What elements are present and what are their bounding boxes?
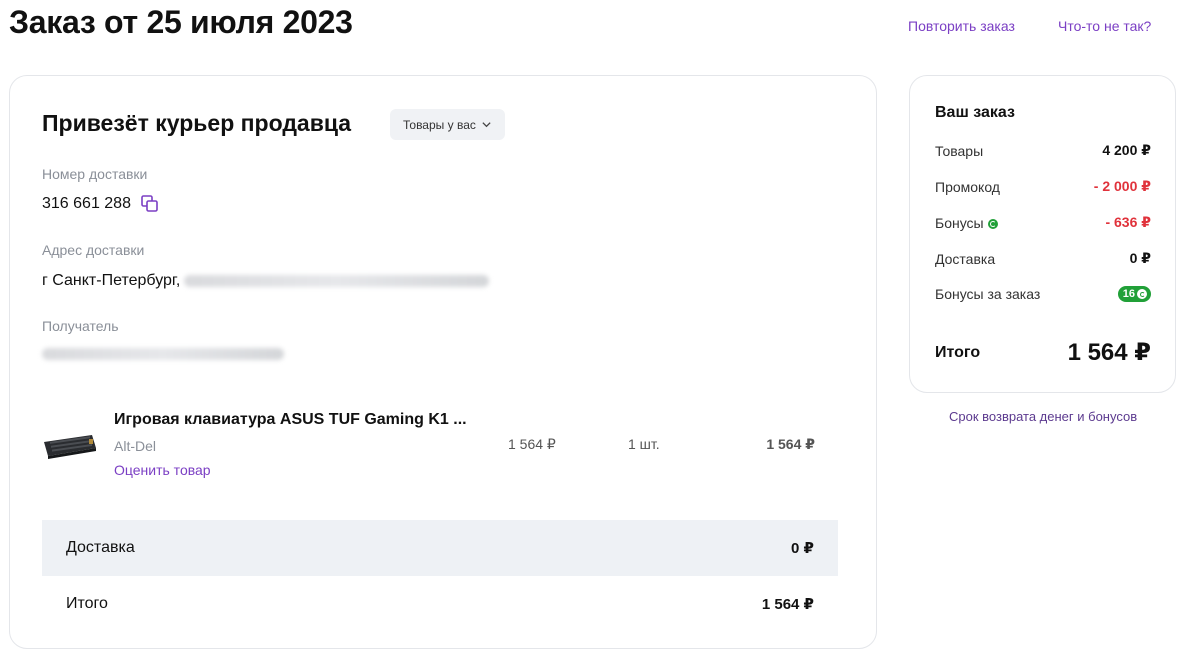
delivery-address-value: г Санкт-Петербург, bbox=[42, 272, 181, 289]
bonus-icon bbox=[987, 218, 998, 229]
promo-value: - 2 000 ₽ bbox=[1093, 178, 1151, 194]
delivery-card: Привезёт курьер продавца Товары у вас Но… bbox=[9, 75, 877, 649]
side-total-line: Итого 1 564 ₽ bbox=[935, 338, 1151, 367]
recipient-label: Получатель bbox=[42, 318, 119, 334]
goods-label: Товары bbox=[935, 142, 984, 159]
summary-total-row: Итого 1 564 ₽ bbox=[42, 576, 838, 632]
summary-total-value: 1 564 ₽ bbox=[761, 596, 814, 613]
summary-delivery-row: Доставка 0 ₽ bbox=[42, 520, 838, 576]
product-name[interactable]: Игровая клавиатура ASUS TUF Gaming K1 ..… bbox=[114, 411, 467, 429]
side-delivery-value: 0 ₽ bbox=[1129, 250, 1151, 266]
bonus-earned-badge: 16 bbox=[1117, 286, 1151, 302]
goods-toggle-button[interactable]: Товары у вас bbox=[390, 109, 505, 140]
product-total: 1 564 ₽ bbox=[766, 436, 815, 452]
bonus-earned-value: 16 bbox=[1122, 288, 1135, 300]
delivery-number: 316 661 288 bbox=[42, 194, 160, 214]
summary-total-label: Итого bbox=[66, 595, 108, 612]
repeat-order-link[interactable]: Повторить заказ bbox=[908, 18, 1015, 34]
refund-terms-link[interactable]: Срок возврата денег и бонусов bbox=[949, 409, 1137, 424]
bonus-value: - 636 ₽ bbox=[1105, 214, 1151, 230]
recipient-value bbox=[42, 348, 284, 360]
summary-delivery-value: 0 ₽ bbox=[791, 540, 814, 557]
side-delivery-line: Доставка 0 ₽ bbox=[935, 250, 1151, 267]
bonus-label-wrap: Бонусы bbox=[935, 215, 998, 231]
goods-toggle-label: Товары у вас bbox=[403, 117, 476, 132]
delivery-address-label: Адрес доставки bbox=[42, 242, 145, 258]
copy-icon[interactable] bbox=[140, 194, 160, 214]
delivery-number-value: 316 661 288 bbox=[42, 195, 131, 212]
product-row: Игровая клавиатура ASUS TUF Gaming K1 ..… bbox=[42, 404, 832, 484]
bonus-label: Бонусы bbox=[935, 214, 984, 231]
delivery-heading: Привезёт курьер продавца bbox=[42, 110, 352, 136]
bonus-earned-line: Бонусы за заказ 16 bbox=[935, 286, 1151, 302]
order-summary-title: Ваш заказ bbox=[935, 104, 1015, 121]
rate-product-link[interactable]: Оценить товар bbox=[114, 462, 211, 478]
blurred-address bbox=[184, 275, 490, 287]
delivery-number-label: Номер доставки bbox=[42, 166, 148, 182]
order-summary-card: Ваш заказ Товары 4 200 ₽ Промокод - 2 00… bbox=[909, 75, 1176, 393]
promo-line: Промокод - 2 000 ₽ bbox=[935, 178, 1151, 195]
keyboard-image[interactable] bbox=[42, 426, 98, 466]
summary-delivery-label: Доставка bbox=[66, 539, 135, 556]
goods-value: 4 200 ₽ bbox=[1102, 142, 1151, 158]
bonus-line: Бонусы - 636 ₽ bbox=[935, 214, 1151, 231]
side-total-value: 1 564 ₽ bbox=[1067, 339, 1151, 366]
bonus-earned-label: Бонусы за заказ bbox=[935, 286, 1041, 302]
page-title: Заказ от 25 июля 2023 bbox=[9, 4, 353, 40]
product-price: 1 564 ₽ bbox=[508, 436, 556, 452]
report-problem-link[interactable]: Что-то не так? bbox=[1058, 18, 1151, 34]
blurred-recipient bbox=[42, 348, 284, 360]
delivery-address: г Санкт-Петербург, bbox=[42, 272, 490, 290]
goods-line: Товары 4 200 ₽ bbox=[935, 142, 1151, 159]
side-delivery-label: Доставка bbox=[935, 250, 996, 267]
bonus-coin-icon bbox=[1137, 289, 1147, 299]
product-seller: Alt-Del bbox=[114, 438, 157, 454]
side-total-label: Итого bbox=[935, 343, 981, 361]
product-quantity: 1 шт. bbox=[628, 436, 660, 452]
promo-label: Промокод bbox=[935, 178, 1000, 195]
chevron-down-icon bbox=[482, 122, 491, 128]
